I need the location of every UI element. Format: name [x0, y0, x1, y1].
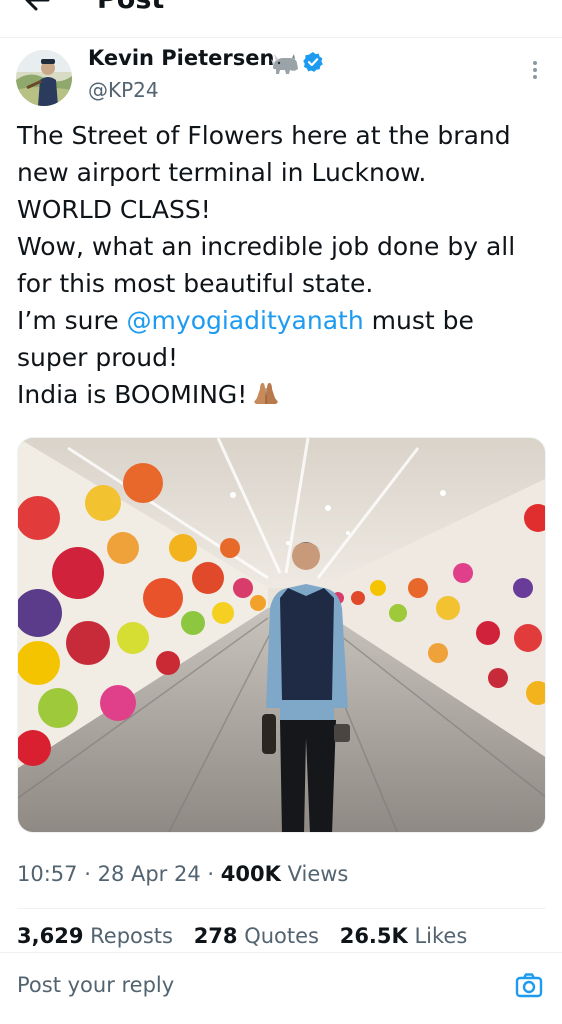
- tweet-time: 10:57: [17, 862, 78, 886]
- reposts-label: Reposts: [90, 924, 173, 948]
- tweet-line-with-mention: I’m sure @myogiadityanath must be: [17, 302, 552, 339]
- engagement-stats: 3,629 Reposts 278 Quotes 26.5K Likes: [17, 924, 481, 948]
- tweet-meta: 10:57 · 28 Apr 24 · 400K Views: [17, 862, 348, 886]
- tweet-line: Wow, what an incredible job done by all: [17, 232, 516, 261]
- reply-bar: Post your reply: [0, 953, 562, 1024]
- tweet-text: The Street of Flowers here at the brand …: [17, 117, 552, 413]
- quotes-label: Quotes: [244, 924, 320, 948]
- divider: [17, 908, 546, 909]
- reposts-stat[interactable]: 3,629 Reposts: [17, 924, 173, 948]
- camera-icon[interactable]: [514, 971, 544, 1001]
- quotes-count: 278: [193, 924, 238, 948]
- author-name[interactable]: Kevin Pietersen: [88, 46, 274, 70]
- reply-input[interactable]: Post your reply: [17, 973, 174, 997]
- top-bar: Post: [0, 0, 562, 38]
- likes-label: Likes: [414, 924, 468, 948]
- tweet-text-fragment: I’m sure: [17, 306, 127, 335]
- tweet-line-last: India is BOOMING!: [17, 376, 552, 413]
- rhino-emoji-icon: [270, 49, 300, 77]
- likes-stat[interactable]: 26.5K Likes: [340, 924, 468, 948]
- verified-badge-icon: [302, 51, 324, 73]
- page-title: Post: [97, 0, 164, 15]
- avatar[interactable]: [16, 50, 72, 106]
- reposts-count: 3,629: [17, 924, 84, 948]
- tweet-text-fragment: must be: [363, 306, 474, 335]
- tweet-text-fragment: India is BOOMING!: [17, 380, 248, 409]
- tweet-photo[interactable]: [17, 437, 546, 833]
- tweet-line: The Street of Flowers here at the brand: [17, 121, 511, 150]
- tweet-line: new airport terminal in Lucknow.: [17, 158, 427, 187]
- tweet-line: super proud!: [17, 343, 178, 372]
- folded-hands-emoji-icon: [251, 379, 281, 405]
- quotes-stat[interactable]: 278 Quotes: [194, 924, 319, 948]
- more-options-icon[interactable]: [524, 58, 546, 84]
- views-count: 400K: [220, 862, 281, 886]
- meta-separator: ·: [84, 862, 91, 886]
- mention-link[interactable]: @myogiadityanath: [127, 306, 364, 335]
- meta-separator: ·: [207, 862, 215, 886]
- tweet-line: for this most beautiful state.: [17, 269, 374, 298]
- likes-count: 26.5K: [339, 924, 408, 948]
- back-arrow-icon[interactable]: [22, 0, 52, 14]
- tweet-date[interactable]: 28 Apr 24: [98, 862, 201, 886]
- views-label: Views: [287, 862, 349, 886]
- author-handle[interactable]: @KP24: [88, 78, 159, 102]
- tweet-line: WORLD CLASS!: [17, 195, 211, 224]
